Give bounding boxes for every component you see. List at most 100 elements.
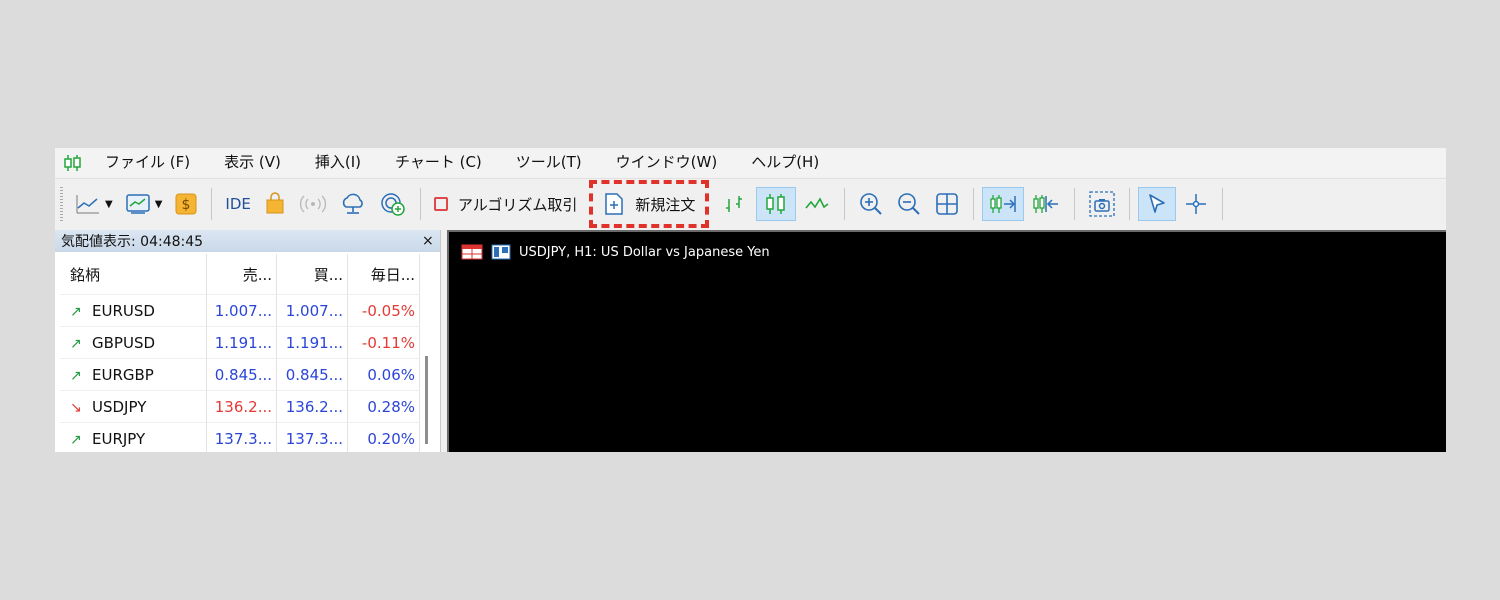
symbol-name: EURUSD <box>92 301 155 320</box>
chart-template-icon <box>125 194 150 214</box>
signal-broadcast-icon <box>299 195 326 213</box>
ide-button[interactable]: IDE <box>220 187 255 221</box>
zoom-out-button[interactable] <box>891 187 927 221</box>
table-row[interactable]: ↗ EURJPY 137.3... 137.3... 0.20% <box>60 422 420 452</box>
toolbar-separator <box>419 188 421 220</box>
bar-chart-button[interactable] <box>716 187 754 221</box>
cursor-button[interactable] <box>1138 187 1177 221</box>
scrollbar-thumb[interactable] <box>425 356 428 444</box>
symbol-name: EURJPY <box>92 429 146 448</box>
vps-button[interactable] <box>334 187 372 221</box>
menu-file[interactable]: ファイル (F) <box>91 148 207 177</box>
dollar-icon: $ <box>175 193 197 215</box>
up-arrow-icon: ↗ <box>70 367 82 384</box>
algo-trading-button[interactable]: アルゴリズム取引 <box>429 187 583 221</box>
zoom-in-icon <box>860 193 883 215</box>
daily-change: 0.28% <box>347 390 420 423</box>
chart-shift-button[interactable] <box>1026 187 1066 221</box>
ask-price: 136.2... <box>276 390 348 423</box>
symbol-name: USDJPY <box>92 397 147 416</box>
menu-bar: ファイル (F) 表示 (V) 挿入(I) チャート (C) ツール(T) ウイ… <box>55 148 1446 177</box>
toolbar-separator <box>1074 188 1076 220</box>
add-signal-button[interactable] <box>374 187 412 221</box>
table-row[interactable]: ↗ EURUSD 1.007... 1.007... -0.05% <box>60 294 420 327</box>
auto-scroll-icon <box>990 195 1017 213</box>
new-order-label: 新規注文 <box>635 195 696 214</box>
ask-price: 0.845... <box>276 358 348 391</box>
menu-tools[interactable]: ツール(T) <box>499 148 599 177</box>
svg-text:$: $ <box>182 197 191 213</box>
table-row[interactable]: ↘ USDJPY 136.2... 136.2... 0.28% <box>60 390 420 423</box>
chart-window-icon <box>461 244 483 260</box>
chevron-down-icon: ▼ <box>105 198 113 210</box>
auto-scroll-button[interactable] <box>982 187 1025 221</box>
indicators-dropdown-button[interactable]: ▼ <box>70 187 118 221</box>
signals-button[interactable] <box>294 187 332 221</box>
bar-chart-icon <box>726 196 743 212</box>
bid-price: 1.007... <box>206 294 277 327</box>
ask-price: 137.3... <box>276 422 348 452</box>
table-row[interactable]: ↗ EURGBP 0.845... 0.845... 0.06% <box>60 358 420 391</box>
down-arrow-icon: ↘ <box>70 399 82 416</box>
deposit-button[interactable]: $ <box>169 187 203 221</box>
camera-icon <box>1089 191 1116 217</box>
toolbar-separator <box>1222 188 1224 220</box>
toolbar-separator <box>1129 188 1131 220</box>
algo-trading-label: アルゴリズム取引 <box>457 195 578 214</box>
toolbar-separator <box>973 188 975 220</box>
new-order-icon <box>605 193 624 215</box>
candlestick-chart-button[interactable] <box>756 187 797 221</box>
cloud-icon <box>342 193 363 214</box>
menu-help[interactable]: ヘルプ(H) <box>734 148 836 177</box>
market-button[interactable] <box>258 187 292 221</box>
column-ask[interactable]: 買... <box>276 254 348 295</box>
templates-dropdown-button[interactable]: ▼ <box>120 187 168 221</box>
trade-levels-icon <box>491 244 511 260</box>
bid-price: 137.3... <box>206 422 277 452</box>
daily-change: 0.20% <box>347 422 420 452</box>
zoom-out-icon <box>898 193 921 215</box>
up-arrow-icon: ↗ <box>70 431 82 448</box>
menu-window[interactable]: ウインドウ(W) <box>599 148 735 177</box>
shopping-bag-icon <box>266 192 284 214</box>
candlestick-icon <box>766 194 786 214</box>
toolbar-separator <box>211 188 213 220</box>
new-order-button[interactable]: 新規注文 <box>589 180 710 228</box>
market-watch-table: 銘柄 売... 買... 毎日... ↗ EURUSD 1.007... 1.00… <box>60 254 420 452</box>
table-row[interactable]: ↗ GBPUSD 1.191... 1.191... -0.11% <box>60 326 420 359</box>
chart-title-bar: USDJPY, H1: US Dollar vs Japanese Yen <box>461 244 770 260</box>
ask-price: 1.007... <box>276 294 348 327</box>
toolbar-separator <box>844 188 846 220</box>
menu-view[interactable]: 表示 (V) <box>207 148 298 177</box>
column-bid[interactable]: 売... <box>206 254 277 295</box>
menu-insert[interactable]: 挿入(I) <box>298 148 378 177</box>
daily-change: -0.11% <box>347 326 420 359</box>
crosshair-icon <box>1186 194 1207 214</box>
symbol-name: GBPUSD <box>92 333 156 352</box>
zoom-in-button[interactable] <box>853 187 889 221</box>
screenshot-button[interactable] <box>1083 187 1121 221</box>
algo-trading-stop-icon <box>433 197 448 211</box>
chart-window[interactable]: USDJPY, H1: US Dollar vs Japanese Yen <box>447 230 1446 452</box>
toolbar-grip[interactable] <box>60 187 63 221</box>
crosshair-button[interactable] <box>1178 187 1214 221</box>
menu-chart[interactable]: チャート (C) <box>378 148 499 177</box>
table-header-row: 銘柄 売... 買... 毎日... <box>60 254 420 295</box>
radar-add-icon <box>381 193 405 216</box>
main-toolbar: ▼ ▼ $ IDE アルゴリズム取引 新規注文 <box>55 178 1446 229</box>
bid-price: 0.845... <box>206 358 277 391</box>
chart-shift-icon <box>1033 195 1059 213</box>
mt5-window: ファイル (F) 表示 (V) 挿入(I) チャート (C) ツール(T) ウイ… <box>55 148 1446 452</box>
chart-symbol-title: USDJPY, H1: US Dollar vs Japanese Yen <box>519 244 770 260</box>
chevron-down-icon: ▼ <box>154 198 163 210</box>
line-chart-button[interactable] <box>798 187 836 221</box>
market-watch-panel: 気配値表示: 04:48:45 × 銘柄 売... 買... 毎日... ↗ EU… <box>55 230 441 452</box>
tile-windows-button[interactable] <box>929 187 965 221</box>
cursor-arrow-icon <box>1149 194 1166 213</box>
ask-price: 1.191... <box>276 326 348 359</box>
close-icon[interactable]: × <box>422 233 434 249</box>
line-chart-icon <box>805 197 829 209</box>
market-watch-title: 気配値表示: 04:48:45 <box>55 230 440 252</box>
column-symbol[interactable]: 銘柄 <box>60 254 207 295</box>
column-daily-change[interactable]: 毎日... <box>347 254 420 295</box>
